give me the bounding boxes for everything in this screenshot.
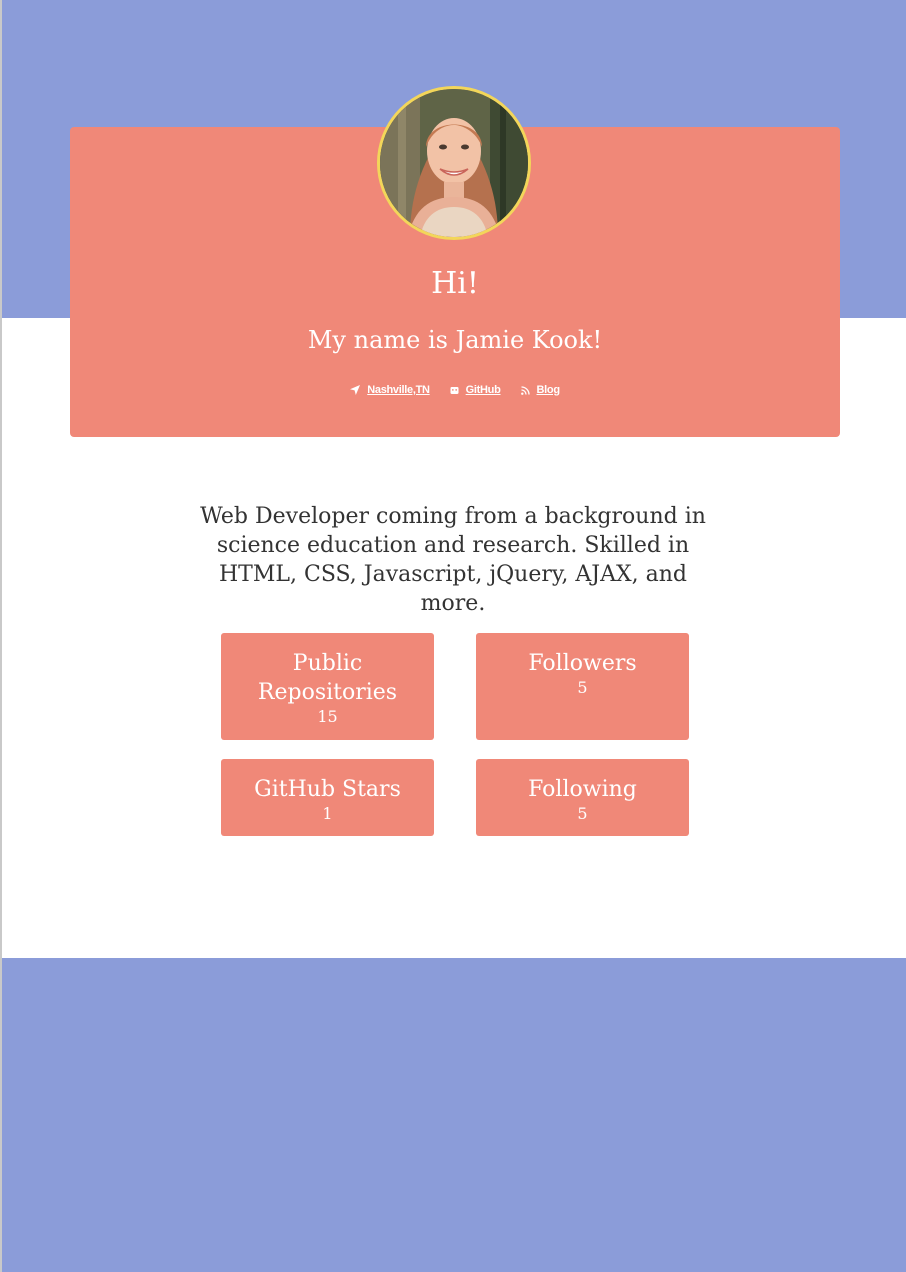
profile-links: Nashville,TN GitHub Blog: [70, 384, 840, 396]
rss-icon: [520, 385, 530, 395]
name-heading: My name is Jamie Kook!: [307, 326, 603, 354]
avatar: [377, 86, 531, 240]
bio-text: Web Developer coming from a background i…: [200, 504, 706, 616]
profile-photo: [380, 89, 528, 237]
greeting-heading: Hi!: [431, 266, 479, 301]
blog-link-item: Blog: [520, 384, 561, 396]
stat-card-following: Following 5: [476, 759, 689, 836]
stat-label: Followers: [528, 651, 637, 676]
stat-label: GitHub Stars: [254, 777, 401, 802]
location-link-item: Nashville,TN: [350, 384, 430, 396]
stat-value: 15: [317, 707, 338, 726]
github-link-item: GitHub: [450, 384, 501, 396]
stat-label: Following: [528, 777, 637, 802]
stat-value: 5: [577, 804, 588, 823]
footer-band: [2, 958, 906, 1272]
blog-link[interactable]: Blog: [537, 384, 561, 396]
location-arrow-icon: [350, 385, 361, 395]
stat-card-followers: Followers 5: [476, 633, 689, 740]
stat-card-stars: GitHub Stars 1: [221, 759, 434, 836]
stat-label: Public Repositories: [257, 651, 398, 705]
github-link[interactable]: GitHub: [466, 384, 501, 396]
stat-value: 5: [577, 678, 588, 697]
github-icon: [450, 386, 459, 394]
location-link[interactable]: Nashville,TN: [367, 384, 430, 396]
stat-value: 1: [322, 804, 333, 823]
stat-card-repositories: Public Repositories 15: [221, 633, 434, 740]
